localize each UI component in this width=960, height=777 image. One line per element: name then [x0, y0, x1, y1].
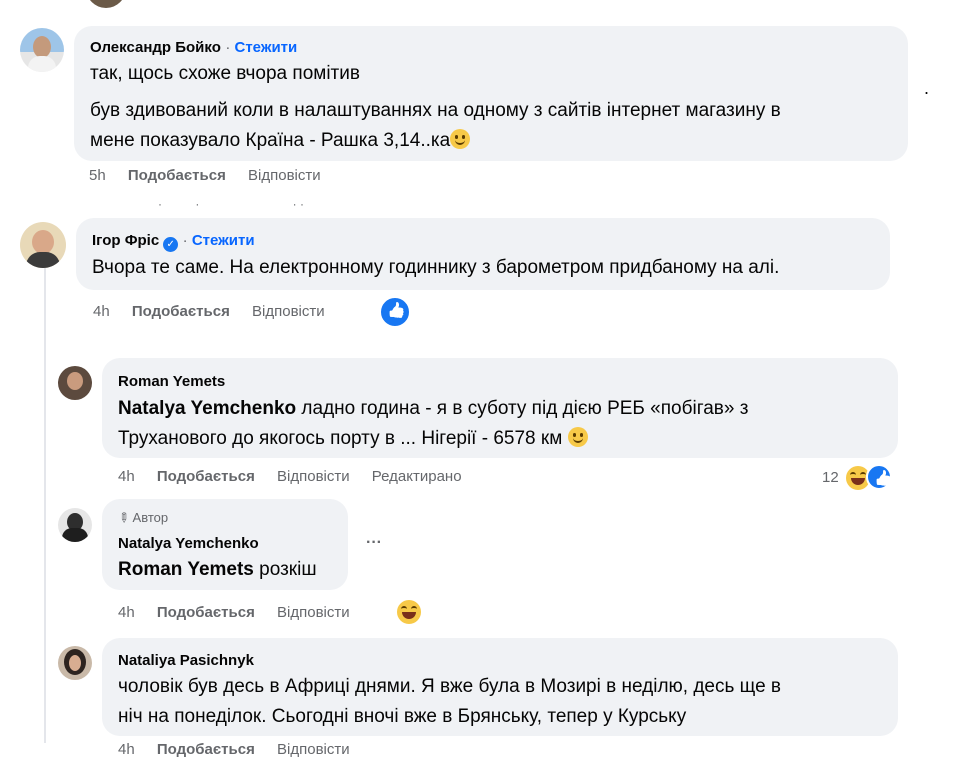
comment-author[interactable]: Олександр Бойко	[90, 39, 221, 56]
haha-reaction-icon[interactable]	[395, 598, 423, 626]
avatar[interactable]	[58, 646, 92, 680]
author-badge: ✎ Автор	[114, 508, 169, 527]
comment-actions: 4h Подобається Відповісти	[93, 303, 343, 320]
comment-text: ніч на понеділок. Сьогодні вночі вже в Б…	[118, 706, 687, 727]
comment-author[interactable]: Nataliya Pasichnyk	[118, 652, 254, 669]
comment-text: чоловік був десь в Африці днями. Я вже б…	[118, 676, 782, 697]
verified-badge-icon: ✓	[163, 237, 179, 252]
reply-button[interactable]: Відповісти	[248, 167, 321, 184]
separator: ·	[182, 232, 192, 249]
comment-time[interactable]: 5h	[89, 167, 106, 184]
comment-text: так, щось схоже вчора помітив	[90, 63, 360, 84]
avatar[interactable]	[20, 28, 64, 72]
comment-text: Natalya Yemchenko ладно година - я в суб…	[118, 398, 749, 419]
like-button[interactable]: Подобається	[128, 167, 226, 184]
ellipsis-artifact: · · · ·	[158, 197, 305, 211]
mention-link[interactable]: Natalya Yemchenko	[118, 398, 296, 419]
comment-author[interactable]: Ігор Фріс	[92, 232, 159, 249]
comment-actions: 5h Подобається Відповісти	[89, 167, 339, 184]
more-options-button[interactable]: ···	[366, 534, 382, 552]
side-dot: .	[924, 78, 930, 98]
comment-actions: 4h Подобається Відповісти	[118, 604, 368, 621]
comment-time[interactable]: 4h	[118, 468, 135, 485]
avatar-partial[interactable]	[86, 0, 126, 8]
comment-text: Roman Yemets розкіш	[118, 559, 317, 580]
smile-emoji-icon	[450, 129, 471, 149]
like-reaction-icon	[866, 464, 892, 490]
wink-emoji-icon	[567, 427, 588, 447]
comment-bubble: Олександр Бойко · Стежити так, щось схож…	[74, 26, 908, 161]
pencil-icon: ✎	[114, 508, 133, 527]
like-button[interactable]: Подобається	[132, 303, 230, 320]
avatar[interactable]	[58, 508, 92, 542]
reply-button[interactable]: Відповісти	[277, 604, 350, 621]
reply-button[interactable]: Відповісти	[252, 303, 325, 320]
comment-text: Труханового до якогось порту в ... Нігер…	[118, 424, 588, 454]
avatar[interactable]	[20, 222, 66, 268]
comment-bubble: Nataliya Pasichnyk чоловік був десь в Аф…	[102, 638, 898, 736]
avatar[interactable]	[58, 366, 92, 400]
comment-text: Вчора те саме. На електронному годиннику…	[92, 257, 780, 278]
like-reaction-icon[interactable]	[379, 296, 411, 328]
reply-button[interactable]: Відповісти	[277, 741, 350, 758]
reply-button[interactable]: Відповісти	[277, 468, 350, 485]
like-button[interactable]: Подобається	[157, 741, 255, 758]
follow-link[interactable]: Стежити	[192, 232, 255, 249]
edited-label: Редактирано	[371, 468, 462, 485]
reaction-count: 12	[822, 469, 839, 486]
comment-actions: 4h Подобається Відповісти	[118, 741, 368, 758]
comment-bubble: ✎ Автор Natalya Yemchenko Roman Yemets р…	[102, 499, 348, 590]
comment-text: мене показувало Країна - Рашка 3,14..ка	[90, 126, 471, 156]
comment-bubble: Ігор Фріс ✓ · Стежити Вчора те саме. На е…	[76, 218, 890, 290]
comment-text: був здивований коли в налаштуваннях на о…	[90, 100, 781, 121]
follow-link[interactable]: Стежити	[235, 39, 298, 56]
comment-time[interactable]: 4h	[118, 741, 135, 758]
separator: ·	[225, 39, 235, 56]
comment-bubble: Roman Yemets Natalya Yemchenko ладно год…	[102, 358, 898, 458]
comment-time[interactable]: 4h	[118, 604, 135, 621]
reaction-summary[interactable]: 12	[822, 464, 902, 492]
like-button[interactable]: Подобається	[157, 604, 255, 621]
comment-author[interactable]: Natalya Yemchenko	[118, 535, 259, 552]
comment-author[interactable]: Roman Yemets	[118, 373, 225, 390]
comment-actions: 4h Подобається Відповісти Редактирано	[118, 468, 480, 485]
thread-line	[44, 268, 46, 743]
mention-link[interactable]: Roman Yemets	[118, 559, 254, 580]
comment-time[interactable]: 4h	[93, 303, 110, 320]
like-button[interactable]: Подобається	[157, 468, 255, 485]
